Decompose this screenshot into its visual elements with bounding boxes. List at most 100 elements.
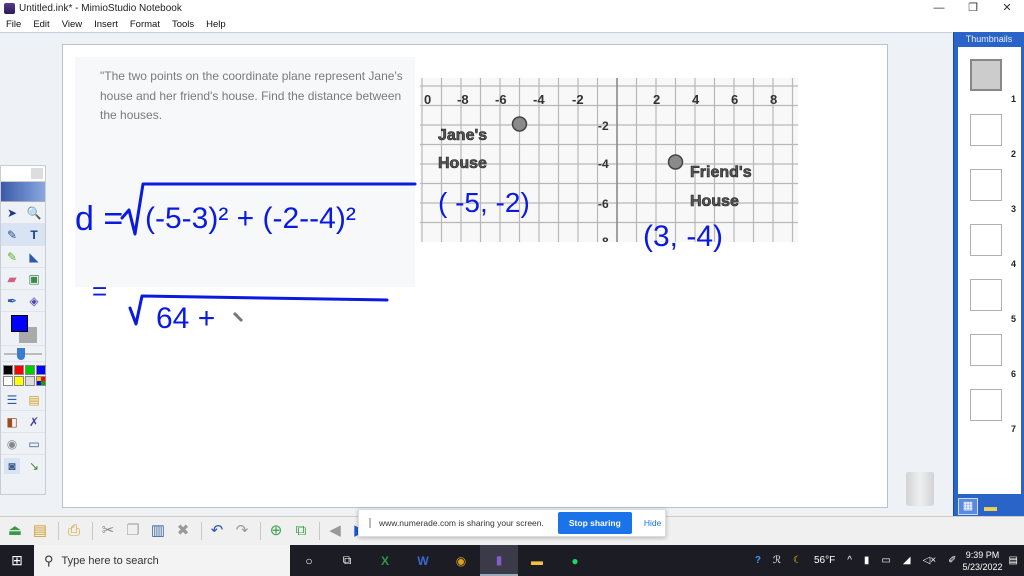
slider-handle[interactable] bbox=[17, 348, 25, 360]
word-icon[interactable]: W bbox=[404, 545, 442, 576]
ink-friend-coordinates: (3, -4) bbox=[643, 220, 723, 253]
screen-share-bar: www.numerade.com is sharing your screen.… bbox=[358, 509, 666, 537]
hide-button[interactable]: Hide bbox=[644, 518, 661, 528]
stop-sharing-button[interactable]: Stop sharing bbox=[557, 512, 632, 534]
thumbnail-number: 7 bbox=[1010, 424, 1016, 434]
highlighter-icon[interactable]: ✎ bbox=[4, 249, 20, 265]
line-width-slider[interactable] bbox=[1, 346, 45, 362]
delete-icon[interactable]: ✖ bbox=[172, 521, 194, 541]
tools-icon[interactable]: ✗ bbox=[26, 414, 42, 430]
clock[interactable]: 9:39 PM 5/23/2022 bbox=[963, 549, 1003, 573]
weather-moon-icon[interactable]: ☾ bbox=[793, 555, 802, 566]
swatch-black[interactable] bbox=[3, 365, 13, 375]
thumbnail-page-2[interactable] bbox=[970, 114, 1002, 146]
fill-icon[interactable]: ◈ bbox=[26, 293, 42, 309]
trash-icon[interactable] bbox=[906, 472, 934, 506]
screen-icon[interactable]: ▭ bbox=[26, 436, 42, 452]
spotlight-icon[interactable]: ◧ bbox=[4, 414, 20, 430]
open-icon[interactable]: ⏏ bbox=[4, 521, 26, 541]
swatch-none[interactable] bbox=[25, 376, 35, 386]
swatch-red[interactable] bbox=[14, 365, 24, 375]
toolbox-panel: ➤ 🔍 ✎ T ✎ ◣ ▰ ▣ ✒ ◈ ☰ ▤ ◧ ✗ ◉ ▭ ◙ ↘ bbox=[0, 165, 46, 495]
task-view-icon[interactable]: ⧉ bbox=[328, 545, 366, 576]
swatch-more-colors[interactable] bbox=[36, 376, 46, 386]
copy-icon[interactable]: ❐ bbox=[122, 521, 144, 541]
cortana-icon[interactable]: ○ bbox=[290, 545, 328, 576]
shape-tool-icon[interactable]: ◣ bbox=[26, 249, 42, 265]
chrome-icon[interactable]: ◉ bbox=[442, 545, 480, 576]
color-picker[interactable] bbox=[1, 312, 45, 346]
system-tray: ? ℛ ☾ 56°F ^ ▮ ▭ ◢ ◁× ✐ 9:39 PM 5/23/202… bbox=[749, 545, 1024, 576]
ink-d-equals: d = bbox=[75, 200, 123, 238]
drag-handle[interactable] bbox=[369, 518, 371, 528]
excel-icon[interactable]: X bbox=[366, 545, 404, 576]
mouse-icon[interactable]: ◉ bbox=[4, 436, 20, 452]
current-color-swatch[interactable] bbox=[11, 315, 28, 332]
thumbnail-page-7[interactable] bbox=[970, 389, 1002, 421]
image-icon[interactable]: ▣ bbox=[26, 271, 42, 287]
export-icon[interactable]: ↘ bbox=[26, 458, 42, 474]
taskbar-search[interactable]: ⚲ Type here to search bbox=[34, 545, 290, 576]
select-arrow-icon[interactable]: ➤ bbox=[4, 205, 20, 221]
chevron-up-icon[interactable]: ^ bbox=[847, 555, 852, 566]
search-placeholder: Type here to search bbox=[61, 554, 159, 567]
swatch-yellow[interactable] bbox=[14, 376, 24, 386]
thumbnail-page-3[interactable] bbox=[970, 169, 1002, 201]
thumbnail-page-6[interactable] bbox=[970, 334, 1002, 366]
zoom-icon[interactable]: 🔍 bbox=[26, 205, 42, 221]
notifications-icon[interactable]: ▤ bbox=[1009, 555, 1018, 566]
windows-start-icon[interactable]: ⊞ bbox=[0, 545, 34, 576]
swatch-green[interactable] bbox=[25, 365, 35, 375]
wifi-icon[interactable]: ◢ bbox=[903, 555, 911, 566]
help-icon[interactable]: ? bbox=[755, 555, 761, 566]
thumbnail-view-button[interactable]: ▦ bbox=[958, 497, 978, 515]
previous-page-icon[interactable]: ◀ bbox=[324, 521, 346, 541]
ink-layer: d = (-5-3)² + (-2--4)² = 64 + ( -5, -2) … bbox=[75, 182, 723, 335]
restore-button[interactable]: ❐ bbox=[956, 0, 990, 17]
weather-temp[interactable]: 56°F bbox=[814, 555, 835, 566]
clock-date: 5/23/2022 bbox=[962, 561, 1003, 572]
thumbnails-panel: Thumbnails 1 2 3 4 5 6 7 ▦ ▬ bbox=[953, 32, 1024, 516]
dropper-icon[interactable]: ✒ bbox=[4, 293, 20, 309]
thumbnail-page-1[interactable] bbox=[970, 59, 1002, 91]
new-page-icon[interactable]: ⊕ bbox=[265, 521, 287, 541]
undo-icon[interactable]: ↶ bbox=[206, 521, 228, 541]
spotify-icon[interactable]: ● bbox=[556, 545, 594, 576]
duplicate-page-icon[interactable]: ⧉ bbox=[290, 521, 312, 541]
eraser-icon[interactable]: ▰ bbox=[4, 271, 20, 287]
battery-icon[interactable]: ▭ bbox=[881, 555, 890, 566]
capture-icon[interactable]: ◙ bbox=[4, 458, 20, 474]
thumbnail-number: 3 bbox=[1010, 204, 1016, 214]
paste-icon[interactable]: ▥ bbox=[147, 521, 169, 541]
gallery-icon[interactable]: ▤ bbox=[26, 392, 42, 408]
pen-workspace-icon[interactable]: ✐ bbox=[948, 555, 956, 566]
people-icon[interactable]: ℛ bbox=[773, 555, 781, 566]
close-button[interactable]: ✕ bbox=[990, 0, 1024, 17]
thumbnail-page-4[interactable] bbox=[970, 224, 1002, 256]
clock-time: 9:39 PM bbox=[965, 549, 1000, 560]
cut-icon[interactable]: ✂ bbox=[97, 521, 119, 541]
thumbnails-list: 1 2 3 4 5 6 7 bbox=[958, 47, 1021, 494]
microphone-icon[interactable]: ▮ bbox=[864, 555, 870, 566]
thumbnail-number: 4 bbox=[1010, 259, 1016, 269]
thumbnail-page-5[interactable] bbox=[970, 279, 1002, 311]
toolbox-close-button[interactable] bbox=[31, 168, 43, 179]
redo-icon[interactable]: ↷ bbox=[231, 521, 253, 541]
line-style-icon[interactable]: ☰ bbox=[4, 392, 20, 408]
volume-muted-icon[interactable]: ◁× bbox=[923, 555, 937, 566]
share-message: www.numerade.com is sharing your screen. bbox=[379, 518, 544, 528]
pen-icon[interactable]: ✎ bbox=[4, 227, 20, 243]
swatch-blue[interactable] bbox=[36, 365, 46, 375]
print-icon[interactable]: ⎙ bbox=[63, 521, 85, 541]
mimio-taskbar-icon[interactable]: ▮ bbox=[480, 545, 518, 576]
ink-radicand-2: 64 + bbox=[156, 302, 215, 335]
thumbnail-number: 2 bbox=[1010, 149, 1016, 159]
thumbnails-title: Thumbnails bbox=[965, 34, 1013, 44]
save-icon[interactable]: ▤ bbox=[29, 521, 51, 541]
search-icon: ⚲ bbox=[44, 552, 54, 568]
folder-view-button[interactable]: ▬ bbox=[984, 498, 1004, 515]
swatch-white[interactable] bbox=[3, 376, 13, 386]
pen-cursor-icon bbox=[232, 311, 244, 323]
text-tool-icon[interactable]: T bbox=[26, 227, 42, 243]
file-explorer-icon[interactable]: ▬ bbox=[518, 545, 556, 576]
